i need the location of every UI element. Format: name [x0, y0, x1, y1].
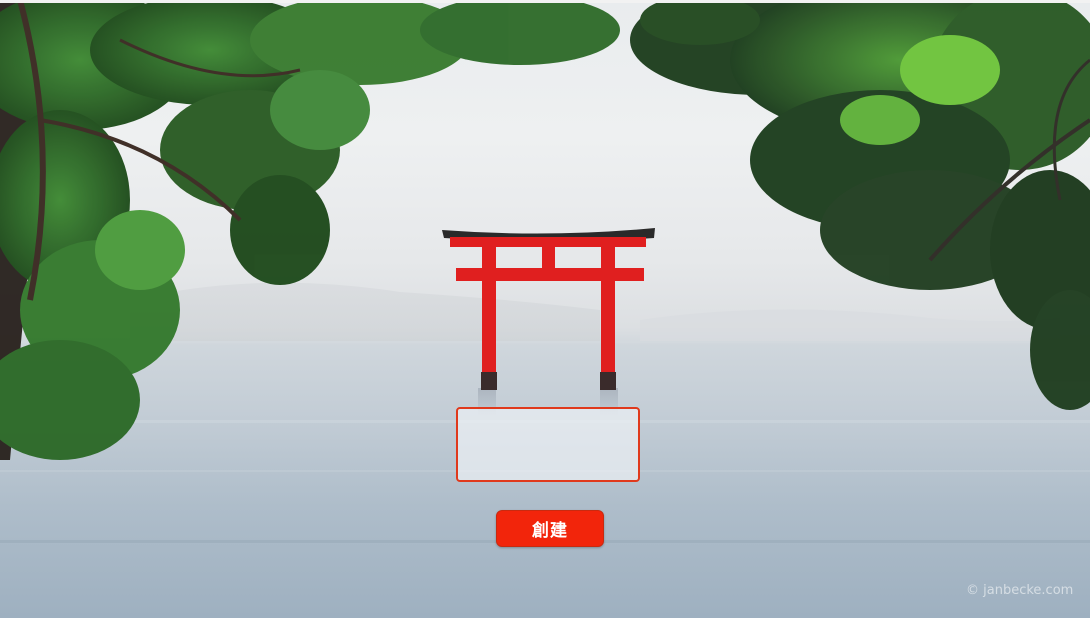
background-scene: 創建 © janbecke.com [0, 0, 1090, 618]
create-button[interactable]: 創建 [496, 510, 604, 547]
right-foliage [630, 0, 1090, 410]
photo-credit: © janbecke.com [966, 583, 1074, 598]
message-input[interactable] [456, 407, 640, 482]
top-border [0, 0, 1090, 3]
left-foliage [0, 0, 620, 460]
